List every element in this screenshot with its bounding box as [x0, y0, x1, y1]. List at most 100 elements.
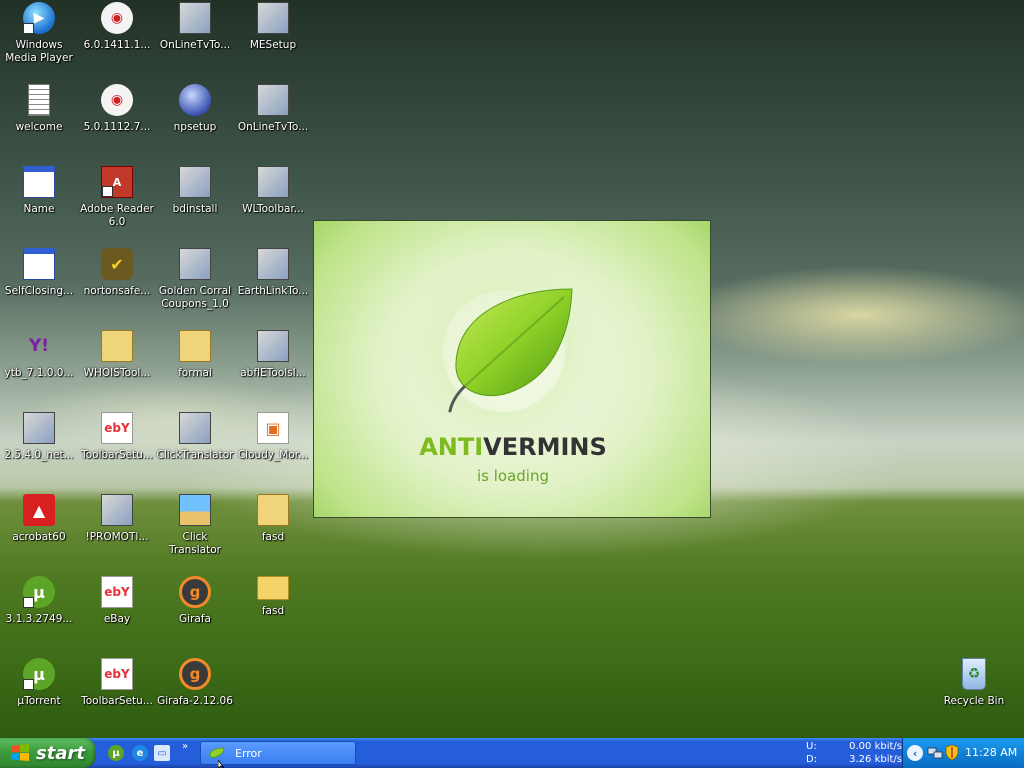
ebay-icon: ebY	[101, 658, 133, 690]
desktop-icon-label: npsetup	[173, 121, 217, 133]
desktop-icon-label: ToolbarSetu...	[81, 695, 153, 707]
desktop-icon-label: EarthLinkTo...	[237, 285, 309, 297]
antivermins-splash-window: ANTIVERMINS is loading	[313, 220, 711, 518]
text-document-icon	[28, 84, 50, 116]
upload-label: U:	[806, 741, 817, 752]
ebay-logo-text: ebY	[104, 585, 130, 599]
desktop-icon[interactable]: ◉ 5.0.1112.7...	[78, 84, 156, 134]
desktop-icon[interactable]: g Girafa-2.12.06	[156, 658, 234, 708]
desktop-icon-label: 3.1.3.2749...	[5, 613, 73, 625]
desktop-icon[interactable]: abfIEToolsI...	[234, 330, 312, 380]
paint-image-icon: ▣	[257, 412, 289, 444]
desktop-icon[interactable]: ebY ToolbarSetu...	[78, 658, 156, 708]
desktop-icon[interactable]: ♻ Recycle Bin	[935, 658, 1013, 708]
download-rate: 3.26 kbit/s	[849, 754, 902, 765]
desktop-icon-label: Name	[23, 203, 55, 215]
desktop-icon-label: acrobat60	[12, 531, 66, 543]
setup-installer-icon	[257, 2, 289, 34]
desktop-icon-label: ClickTranslator	[156, 449, 234, 461]
desktop-icon-label: Girafa-2.12.06	[157, 695, 233, 707]
desktop-icon[interactable]: Golden Corral Coupons_1.0	[156, 248, 234, 311]
desktop-icon[interactable]: ◉ 6.0.1411.1...	[78, 2, 156, 52]
desktop-icon[interactable]: ▲ acrobat60	[0, 494, 78, 544]
ccleaner-icon: ◉	[101, 2, 133, 34]
desktop-icon[interactable]: MESetup	[234, 2, 312, 52]
recycle-bin-icon: ♻	[962, 658, 986, 690]
windows-logo-icon	[11, 744, 29, 761]
desktop-icon[interactable]: SelfClosing...	[0, 248, 78, 298]
utorrent-quicklaunch-icon[interactable]: µ	[108, 745, 124, 761]
brand-vermins-text: VERMINS	[483, 433, 607, 461]
desktop-icon[interactable]: Name	[0, 166, 78, 216]
desktop-icon[interactable]: ▣ Cloudy_Mor...	[234, 412, 312, 462]
desktop-icon[interactable]: ebY eBay	[78, 576, 156, 626]
upload-rate: 0.00 kbit/s	[849, 741, 902, 752]
mouse-cursor-icon	[218, 760, 225, 768]
desktop-icon[interactable]: Click Translator	[156, 494, 234, 557]
desktop-icon-label: fasd	[261, 605, 285, 617]
application-window-icon	[23, 166, 55, 198]
desktop-icon-label: !PROMOTI...	[85, 531, 149, 543]
desktop-icon[interactable]: µ µTorrent	[0, 658, 78, 708]
show-desktop-icon[interactable]: ▭	[154, 745, 170, 761]
desktop-icon[interactable]: ClickTranslator	[156, 412, 234, 462]
zip-folder-icon	[179, 330, 211, 362]
network-connection-icon[interactable]	[927, 745, 943, 761]
setup-package-icon	[179, 2, 211, 34]
desktop-icon[interactable]: !PROMOTI...	[78, 494, 156, 544]
setup-installer-icon	[257, 248, 289, 280]
desktop-icon[interactable]: welcome	[0, 84, 78, 134]
start-button[interactable]: start	[0, 738, 96, 768]
tray-expand-chevron-icon[interactable]: ‹	[907, 745, 923, 761]
desktop-icon[interactable]: OnLineTvTo...	[156, 2, 234, 52]
taskbar-button-label: Error	[235, 746, 262, 760]
desktop-icon-label: OnLineTvTo...	[237, 121, 309, 133]
internet-explorer-icon[interactable]: e	[132, 745, 148, 761]
download-label: D:	[806, 754, 818, 765]
desktop-icon[interactable]: WLToolbar...	[234, 166, 312, 216]
desktop-icon-label: Windows Media Player	[5, 39, 73, 64]
desktop-icon[interactable]: g Girafa	[156, 576, 234, 626]
zip-folder-icon	[257, 494, 289, 526]
setup-package-icon	[257, 166, 289, 198]
desktop-icon[interactable]: bdinstall	[156, 166, 234, 216]
application-window-icon	[23, 248, 55, 280]
desktop-icon[interactable]: npsetup	[156, 84, 234, 134]
girafa-icon: g	[179, 658, 211, 690]
acrobat-icon: ▲	[23, 494, 55, 526]
desktop-icon[interactable]: OnLineTvTo...	[234, 84, 312, 134]
brand-anti-text: ANTI	[419, 433, 484, 461]
desktop-icon[interactable]: 2.5.4.0_net...	[0, 412, 78, 462]
desktop-icon[interactable]: A Adobe Reader 6.0	[78, 166, 156, 229]
leaf-small-icon	[209, 747, 225, 758]
desktop-icon-label: 5.0.1112.7...	[83, 121, 151, 133]
ebay-logo-text: ebY	[104, 667, 130, 681]
ebay-icon: ebY	[101, 576, 133, 608]
desktop-icon-label: µTorrent	[17, 695, 61, 707]
desktop-icon[interactable]: µ 3.1.3.2749...	[0, 576, 78, 626]
click-translator-icon	[179, 494, 211, 526]
ebay-logo-text: ebY	[104, 421, 130, 435]
desktop-icon[interactable]: EarthLinkTo...	[234, 248, 312, 298]
desktop-icon-label: Girafa	[179, 613, 211, 625]
setup-installer-icon	[179, 248, 211, 280]
desktop-icon-label: Recycle Bin	[943, 695, 1005, 707]
desktop-icon[interactable]: Y! ytb_7.1.0.0...	[0, 330, 78, 380]
desktop-icon[interactable]: formai	[156, 330, 234, 380]
desktop-icon[interactable]: WHOISTool...	[78, 330, 156, 380]
desktop-icon-label: formai	[178, 367, 212, 379]
system-tray: ‹ 11:28 AM	[902, 738, 1024, 768]
setup-installer-icon	[179, 412, 211, 444]
desktop-icon-label: 2.5.4.0_net...	[4, 449, 74, 461]
desktop-icon[interactable]: ▶ Windows Media Player	[0, 2, 78, 65]
desktop-icon[interactable]: fasd	[234, 576, 312, 618]
desktop-icon-label: ytb_7.1.0.0...	[4, 367, 74, 379]
desktop-icon[interactable]: ebY ToolbarSetu...	[78, 412, 156, 462]
security-shield-icon[interactable]	[945, 744, 959, 761]
desktop-icon[interactable]: fasd	[234, 494, 312, 544]
splash-status-text: is loading	[476, 467, 549, 485]
desktop-icon-label: 6.0.1411.1...	[83, 39, 151, 51]
desktop-icon-label: Cloudy_Mor...	[237, 449, 309, 461]
desktop-icon[interactable]: ✔ nortonsafe...	[78, 248, 156, 298]
quick-launch-more-chevron[interactable]: »	[182, 741, 188, 752]
